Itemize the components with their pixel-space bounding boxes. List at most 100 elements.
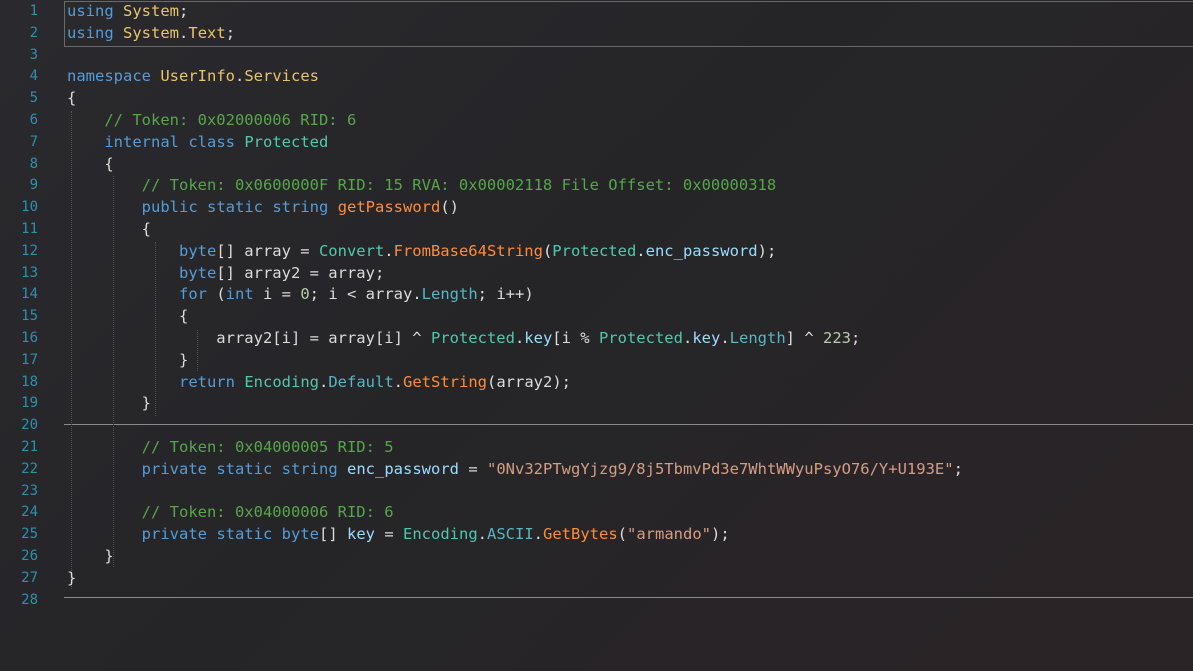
code-token: [i % (552, 329, 599, 347)
line-number: 2 (29, 24, 38, 41)
code-line[interactable]: 6 // Token: 0x02000006 RID: 6 (0, 110, 1193, 132)
code-token: namespace (67, 67, 151, 86)
code-line[interactable]: 19 } (0, 393, 1193, 415)
code-token: . (682, 329, 693, 347)
line-number: 26 (21, 548, 38, 564)
line-number: 6 (29, 112, 38, 128)
line-number: 3 (29, 46, 38, 63)
code-token: // Token: 0x04000006 RID: 6 (141, 503, 394, 522)
code-line[interactable]: 5{ (0, 88, 1193, 110)
code-line[interactable]: 12 byte[] array = Convert.FromBase64Stri… (0, 241, 1193, 263)
code-line[interactable]: 11 { (0, 219, 1193, 241)
code-line[interactable]: 3 (0, 45, 1193, 67)
line-number: 10 (21, 199, 38, 216)
code-token: ); (711, 525, 730, 544)
code-token: getPassword (337, 198, 441, 217)
code-token: string (281, 459, 338, 478)
code-token: . (235, 67, 245, 86)
code-line[interactable]: 14 for (int i = 0; i < array.Length; i++… (0, 284, 1193, 306)
line-number: 21 (21, 439, 38, 455)
code-line[interactable]: 28 (0, 590, 1193, 612)
code-token: . (384, 241, 394, 260)
code-token: Length (421, 285, 478, 304)
code-token: key (347, 525, 375, 544)
code-text: array2[i] = array[i] ^ Protected.key[i %… (67, 328, 860, 350)
line-number: 5 (29, 90, 38, 107)
code-line[interactable]: 17 } (0, 350, 1193, 372)
line-number: 13 (21, 264, 38, 281)
code-line[interactable]: 26 } (0, 546, 1193, 568)
code-token: } (67, 547, 114, 565)
code-token: byte (178, 241, 217, 260)
code-token: } (67, 350, 189, 369)
code-line[interactable]: 9 // Token: 0x0600000F RID: 15 RVA: 0x00… (0, 175, 1193, 197)
code-token: [] array = (216, 241, 319, 260)
code-text: { (67, 88, 76, 110)
code-line[interactable]: 18 return Encoding.Default.GetString(arr… (0, 372, 1193, 394)
code-token: . (393, 372, 403, 391)
code-token: Length (729, 329, 786, 347)
code-token: for (178, 285, 207, 304)
code-token: i = (253, 285, 301, 304)
code-token: key (524, 329, 553, 347)
code-token: Protected (598, 329, 683, 347)
code-line[interactable]: 22 private static string enc_password = … (0, 459, 1193, 481)
code-token: ; (850, 329, 861, 347)
code-token: ( (206, 285, 226, 304)
code-text: { (67, 154, 113, 176)
code-line[interactable]: 15 { (0, 306, 1193, 328)
code-token: Encoding (403, 525, 478, 544)
code-token: Protected (552, 241, 637, 260)
code-text: for (int i = 0; i < array.Length; i++) (67, 284, 534, 306)
line-number: 19 (21, 395, 38, 412)
code-editor[interactable]: 1 using System; 2 using System.Text; 3 4 names… (0, 0, 1193, 671)
line-number: 17 (21, 351, 38, 368)
code-token: return (178, 372, 235, 391)
line-number: 14 (21, 286, 38, 303)
code-line[interactable]: 10 public static string getPassword() (0, 197, 1193, 219)
code-line[interactable]: 13 byte[] array2 = array; (0, 263, 1193, 285)
code-line[interactable]: 21 // Token: 0x04000005 RID: 5 (0, 437, 1193, 459)
code-token: { (67, 220, 151, 238)
code-token: ; (179, 2, 189, 20)
code-text: byte[] array = Convert.FromBase64String(… (67, 241, 776, 263)
line-number: 22 (21, 460, 38, 477)
code-text: using System; (67, 1, 188, 23)
line-number: 24 (21, 504, 38, 521)
line-number: 25 (21, 526, 38, 543)
code-line[interactable]: 16 array2[i] = array[i] ^ Protected.key[… (0, 328, 1193, 350)
code-token: ; (953, 459, 963, 478)
code-line[interactable]: 24 // Token: 0x04000006 RID: 6 (0, 502, 1193, 524)
code-line[interactable]: 2 using System.Text; (0, 23, 1193, 45)
code-token: Text (188, 23, 226, 42)
line-number: 12 (21, 242, 38, 259)
code-text: } (67, 393, 151, 415)
code-line[interactable]: 25 private static byte[] key = Encoding.… (0, 524, 1193, 546)
code-token: [] array2 = array; (216, 263, 385, 282)
code-token: GetBytes (543, 525, 618, 544)
code-token: Protected (244, 132, 329, 151)
code-line[interactable]: 20 (0, 415, 1193, 437)
code-line[interactable]: 27} (0, 568, 1193, 590)
code-text: public static string getPassword() (67, 197, 459, 219)
code-token: // Token: 0x04000005 RID: 5 (141, 438, 394, 456)
code-line[interactable]: 7 internal class Protected (0, 132, 1193, 154)
code-text: // Token: 0x02000006 RID: 6 (67, 110, 356, 132)
code-line[interactable]: 23 (0, 481, 1193, 503)
code-token: Protected (430, 329, 515, 347)
code-line[interactable]: 8 { (0, 154, 1193, 176)
code-line[interactable]: 1 using System; (0, 1, 1193, 23)
code-line[interactable]: 4 namespace UserInfo.Services (0, 66, 1193, 88)
